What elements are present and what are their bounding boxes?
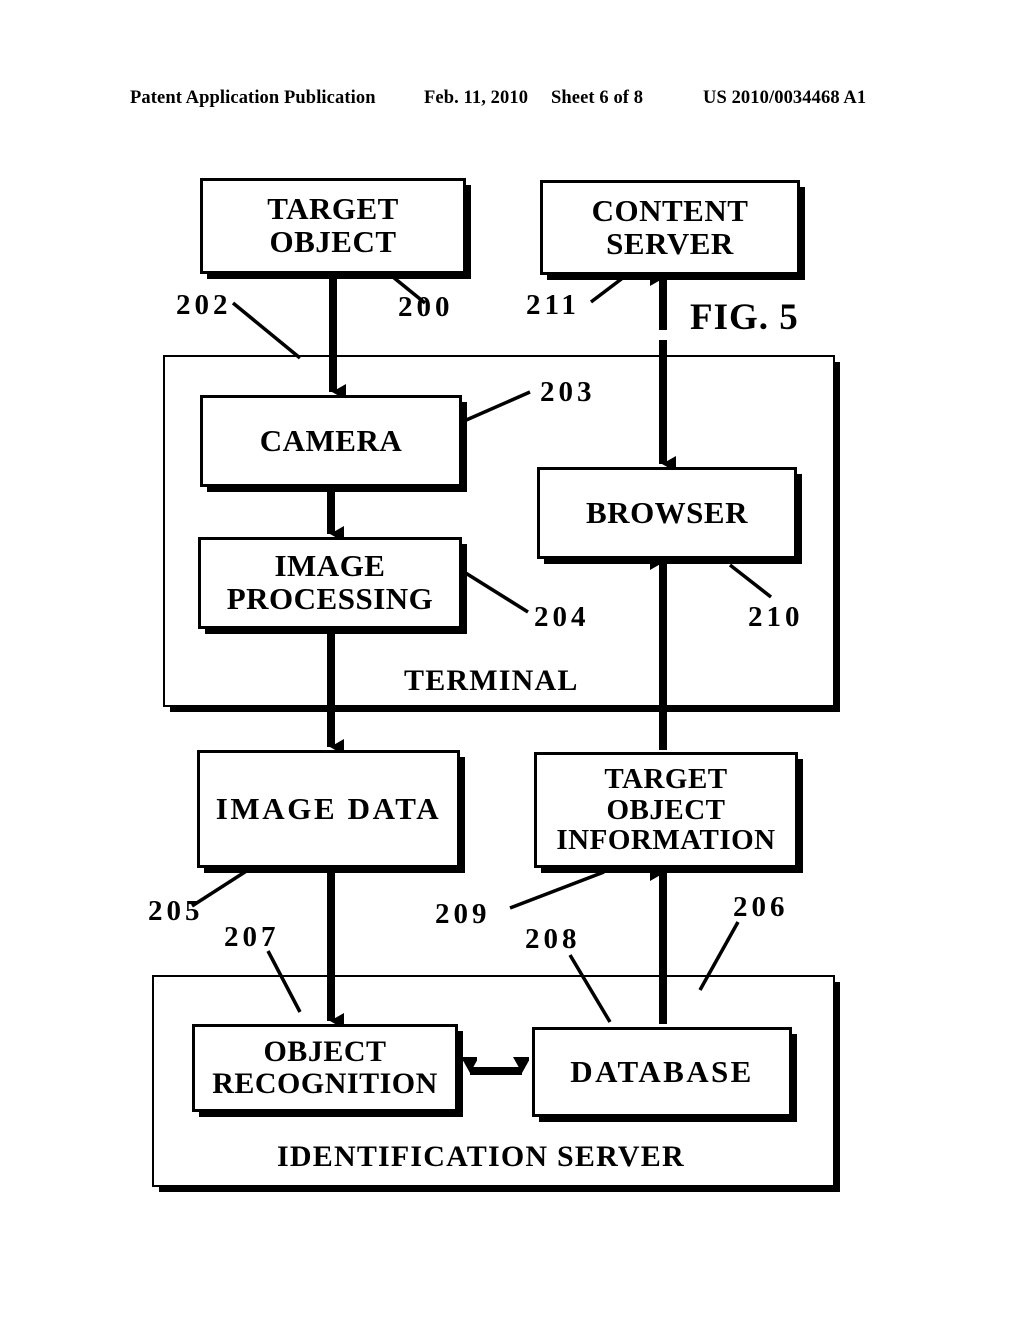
block-object-recognition-label: OBJECT RECOGNITION [212,1035,438,1100]
leader-line-202 [231,301,302,360]
figure-label: FIG. 5 [690,297,799,338]
block-browser-label: BROWSER [586,494,748,530]
reference-numeral-207: 207 [224,921,280,953]
reference-numeral-202: 202 [176,289,232,321]
terminal-label: TERMINAL [404,664,579,697]
reference-numeral-203: 203 [540,376,596,408]
block-camera-label: CAMERA [259,422,403,458]
block-target-object-label: TARGET OBJECT [267,191,399,259]
block-browser: BROWSER [537,467,797,559]
reference-numeral-209: 209 [435,898,491,930]
reference-numeral-211: 211 [526,289,580,321]
reference-numeral-205: 205 [148,895,204,927]
reference-numeral-206: 206 [733,891,789,923]
block-image-processing: IMAGE PROCESSING [198,537,462,629]
leader-line-209 [509,870,605,910]
leader-line-211 [589,275,626,304]
block-database: DATABASE [532,1027,792,1117]
block-target-object: TARGET OBJECT [200,178,466,274]
block-image-data-label: IMAGE DATA [215,790,442,826]
block-target-object-information-label: TARGET OBJECT INFORMATION [556,762,776,857]
block-content-server: CONTENT SERVER [540,180,800,275]
block-content-server-label: CONTENT SERVER [591,192,749,261]
block-object-recognition: OBJECT RECOGNITION [192,1024,458,1112]
reference-numeral-200: 200 [398,291,454,323]
reference-numeral-210: 210 [748,601,804,633]
reference-numeral-204: 204 [534,601,590,633]
reference-numeral-208: 208 [525,923,581,955]
block-target-object-information: TARGET OBJECT INFORMATION [534,752,798,868]
block-image-data: IMAGE DATA [197,750,460,868]
block-database-label: DATABASE [570,1053,754,1089]
block-camera: CAMERA [200,395,462,487]
block-image-processing-label: IMAGE PROCESSING [226,548,434,616]
identification-server-label: IDENTIFICATION SERVER [277,1140,685,1173]
